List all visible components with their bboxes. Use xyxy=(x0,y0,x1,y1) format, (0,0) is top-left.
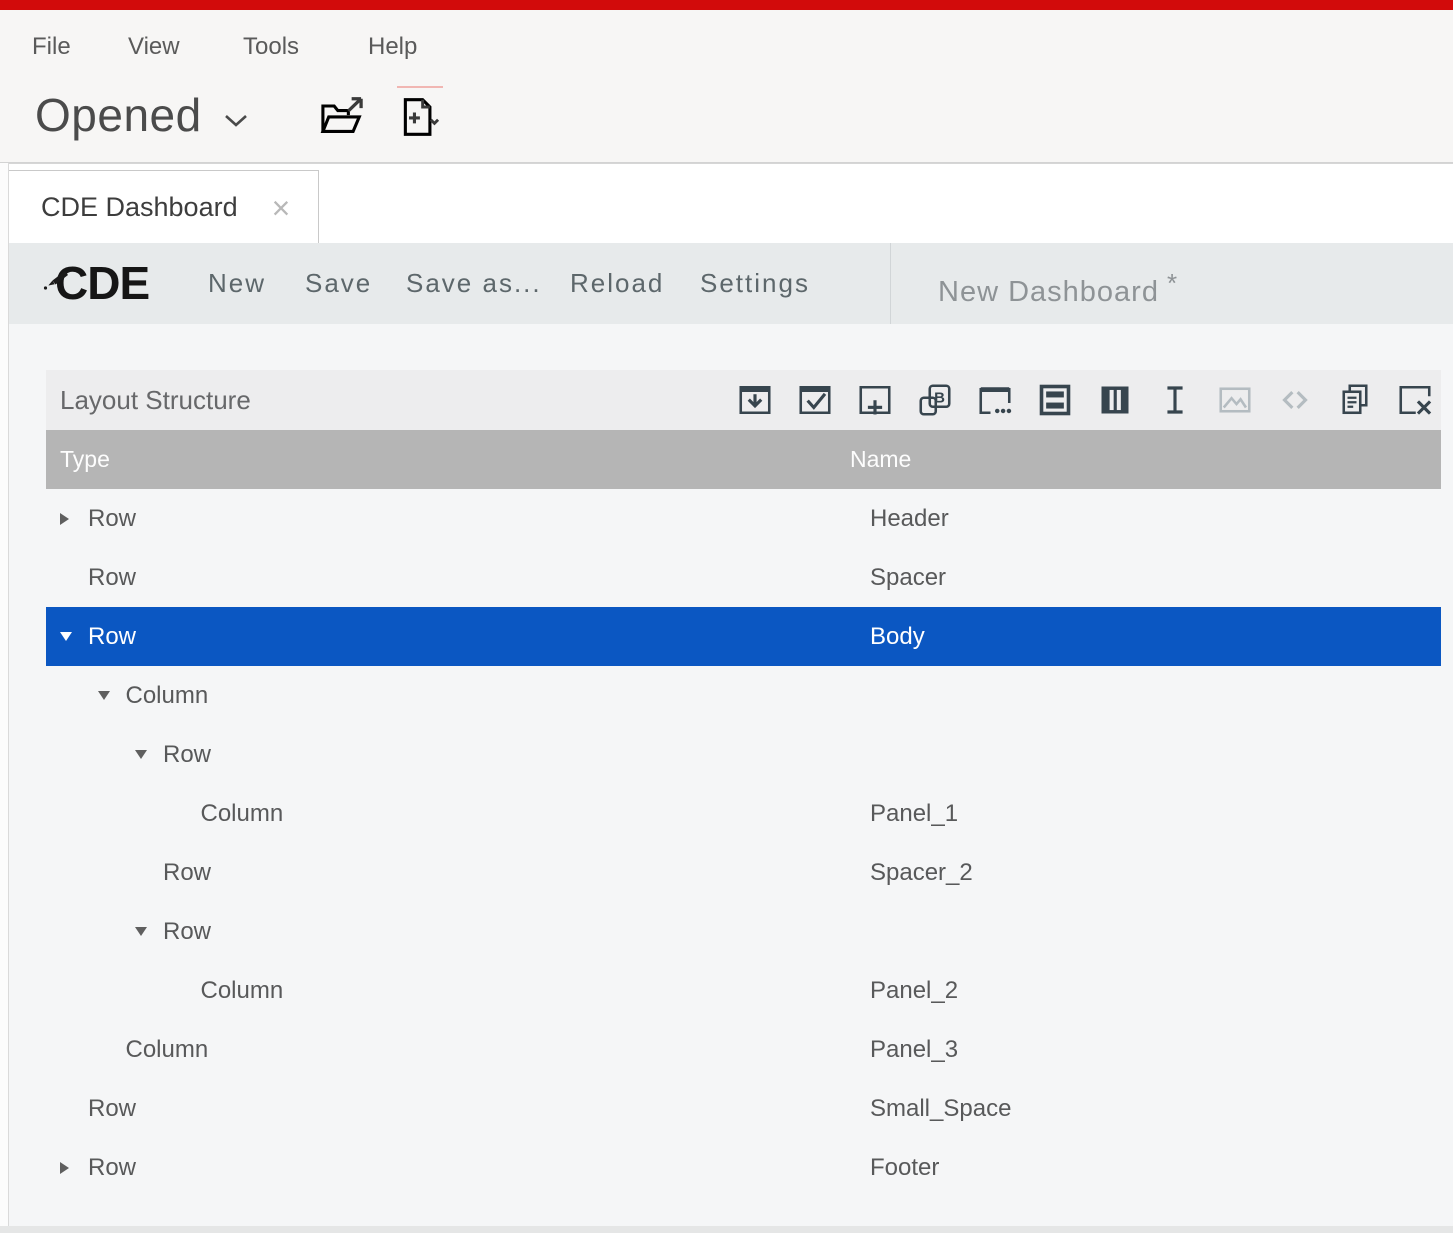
tree-row-name: Body xyxy=(870,607,925,666)
tree-row-name: Footer xyxy=(870,1138,939,1197)
panel-title: Layout Structure xyxy=(60,385,251,416)
tree-row-type: Column xyxy=(126,682,209,710)
tree-row-type: Row xyxy=(88,1095,136,1123)
tree-row-type: Row xyxy=(163,918,211,946)
new-file-icon[interactable] xyxy=(399,96,439,143)
tree-row-type: Row xyxy=(88,564,136,592)
layout-panel-header: Layout Structure B xyxy=(46,370,1441,430)
top-red-bar xyxy=(0,0,1453,10)
caret-icon[interactable] xyxy=(60,512,80,526)
layout-tree: Row Header Row Spacer Row Body Column Ro… xyxy=(46,489,1441,1197)
cde-toolbar: CDE New Save Save as... Reload Settings … xyxy=(0,243,1453,324)
delete-icon[interactable] xyxy=(1397,382,1433,418)
tree-row-type: Row xyxy=(88,623,136,651)
tree-row[interactable]: Column xyxy=(46,666,1441,725)
tree-row[interactable]: Row Spacer xyxy=(46,548,1441,607)
tree-table-header: Type Name xyxy=(46,430,1441,489)
tree-row[interactable]: Row xyxy=(46,725,1441,784)
opened-dropdown[interactable]: Opened xyxy=(35,88,202,142)
app-header: File View Tools Help Opened xyxy=(0,10,1453,163)
cde-logo: CDE xyxy=(55,253,149,313)
cde-menu-new[interactable]: New xyxy=(208,243,266,324)
column-header-type: Type xyxy=(60,430,110,489)
menu-view[interactable]: View xyxy=(128,33,180,61)
cde-menu-settings[interactable]: Settings xyxy=(700,243,810,324)
cde-menu-reload[interactable]: Reload xyxy=(570,243,664,324)
tab-close-icon[interactable]: × xyxy=(272,192,291,224)
tree-row[interactable]: Column Panel_2 xyxy=(46,961,1441,1020)
tree-row-type: Row xyxy=(88,505,136,533)
unsaved-marker: * xyxy=(1167,268,1178,298)
caret-icon xyxy=(98,1043,118,1057)
dashboard-title: New Dashboard* xyxy=(938,243,1178,324)
caret-icon xyxy=(173,984,193,998)
tab-strip: CDE Dashboard × xyxy=(0,163,1453,243)
caret-icon xyxy=(60,571,80,585)
tree-row-name: Small_Space xyxy=(870,1079,1011,1138)
caret-icon xyxy=(173,807,193,821)
add-freeform-icon[interactable] xyxy=(977,382,1013,418)
add-row-icon[interactable] xyxy=(1037,382,1073,418)
menu-file[interactable]: File xyxy=(32,33,71,61)
tree-row-type: Column xyxy=(201,800,284,828)
add-space-icon[interactable] xyxy=(1157,382,1193,418)
duplicate-icon[interactable] xyxy=(1337,382,1373,418)
tree-row[interactable]: Row Spacer_2 xyxy=(46,843,1441,902)
tree-row-name: Header xyxy=(870,489,949,548)
layout-toolbar: B xyxy=(737,382,1433,418)
bottom-strip xyxy=(0,1226,1453,1233)
tree-row-type: Column xyxy=(201,977,284,1005)
caret-icon[interactable] xyxy=(135,748,155,762)
chevron-down-icon[interactable] xyxy=(224,114,248,133)
menu-help[interactable]: Help xyxy=(368,33,417,61)
pencil-icon xyxy=(43,245,73,305)
save-as-template-icon[interactable] xyxy=(737,382,773,418)
add-bootstrap-panel-icon[interactable]: B xyxy=(917,382,953,418)
tree-row[interactable]: Row Body xyxy=(46,607,1441,666)
new-file-hover-indicator xyxy=(397,86,443,88)
tab-title: CDE Dashboard xyxy=(41,192,238,223)
add-html-icon xyxy=(1277,382,1313,418)
apply-template-icon[interactable] xyxy=(797,382,833,418)
caret-icon[interactable] xyxy=(60,630,80,644)
tree-row-name: Spacer_2 xyxy=(870,843,973,902)
tree-row-type: Row xyxy=(88,1154,136,1182)
tree-row[interactable]: Column Panel_1 xyxy=(46,784,1441,843)
tab-cde-dashboard[interactable]: CDE Dashboard × xyxy=(8,170,319,244)
caret-icon[interactable] xyxy=(135,925,155,939)
caret-icon[interactable] xyxy=(60,1161,80,1175)
caret-icon xyxy=(60,1102,80,1116)
tree-row[interactable]: Row Small_Space xyxy=(46,1079,1441,1138)
left-gutter xyxy=(0,163,8,1233)
tree-row[interactable]: Column Panel_3 xyxy=(46,1020,1441,1079)
column-header-name: Name xyxy=(850,430,911,489)
toolbar-divider xyxy=(890,243,891,324)
cde-menu-save[interactable]: Save xyxy=(305,243,372,324)
svg-text:B: B xyxy=(934,389,945,406)
add-image-icon xyxy=(1217,382,1253,418)
tree-row-name: Panel_2 xyxy=(870,961,958,1020)
caret-icon[interactable] xyxy=(98,689,118,703)
tree-row-type: Row xyxy=(163,741,211,769)
tree-row-name: Panel_1 xyxy=(870,784,958,843)
add-columns-icon[interactable] xyxy=(1097,382,1133,418)
layout-structure-panel: Layout Structure B xyxy=(46,370,1441,1197)
tree-row[interactable]: Row Header xyxy=(46,489,1441,548)
folder-open-icon[interactable] xyxy=(318,96,366,141)
menu-tools[interactable]: Tools xyxy=(243,33,299,61)
tree-row-type: Column xyxy=(126,1036,209,1064)
tree-row-type: Row xyxy=(163,859,211,887)
left-border-line xyxy=(8,163,9,1233)
tree-row-name: Spacer xyxy=(870,548,946,607)
tree-row-name: Panel_3 xyxy=(870,1020,958,1079)
cde-menu-save-as[interactable]: Save as... xyxy=(406,243,542,324)
add-resource-icon[interactable] xyxy=(857,382,893,418)
tree-row[interactable]: Row Footer xyxy=(46,1138,1441,1197)
tree-row[interactable]: Row xyxy=(46,902,1441,961)
caret-icon xyxy=(135,866,155,880)
